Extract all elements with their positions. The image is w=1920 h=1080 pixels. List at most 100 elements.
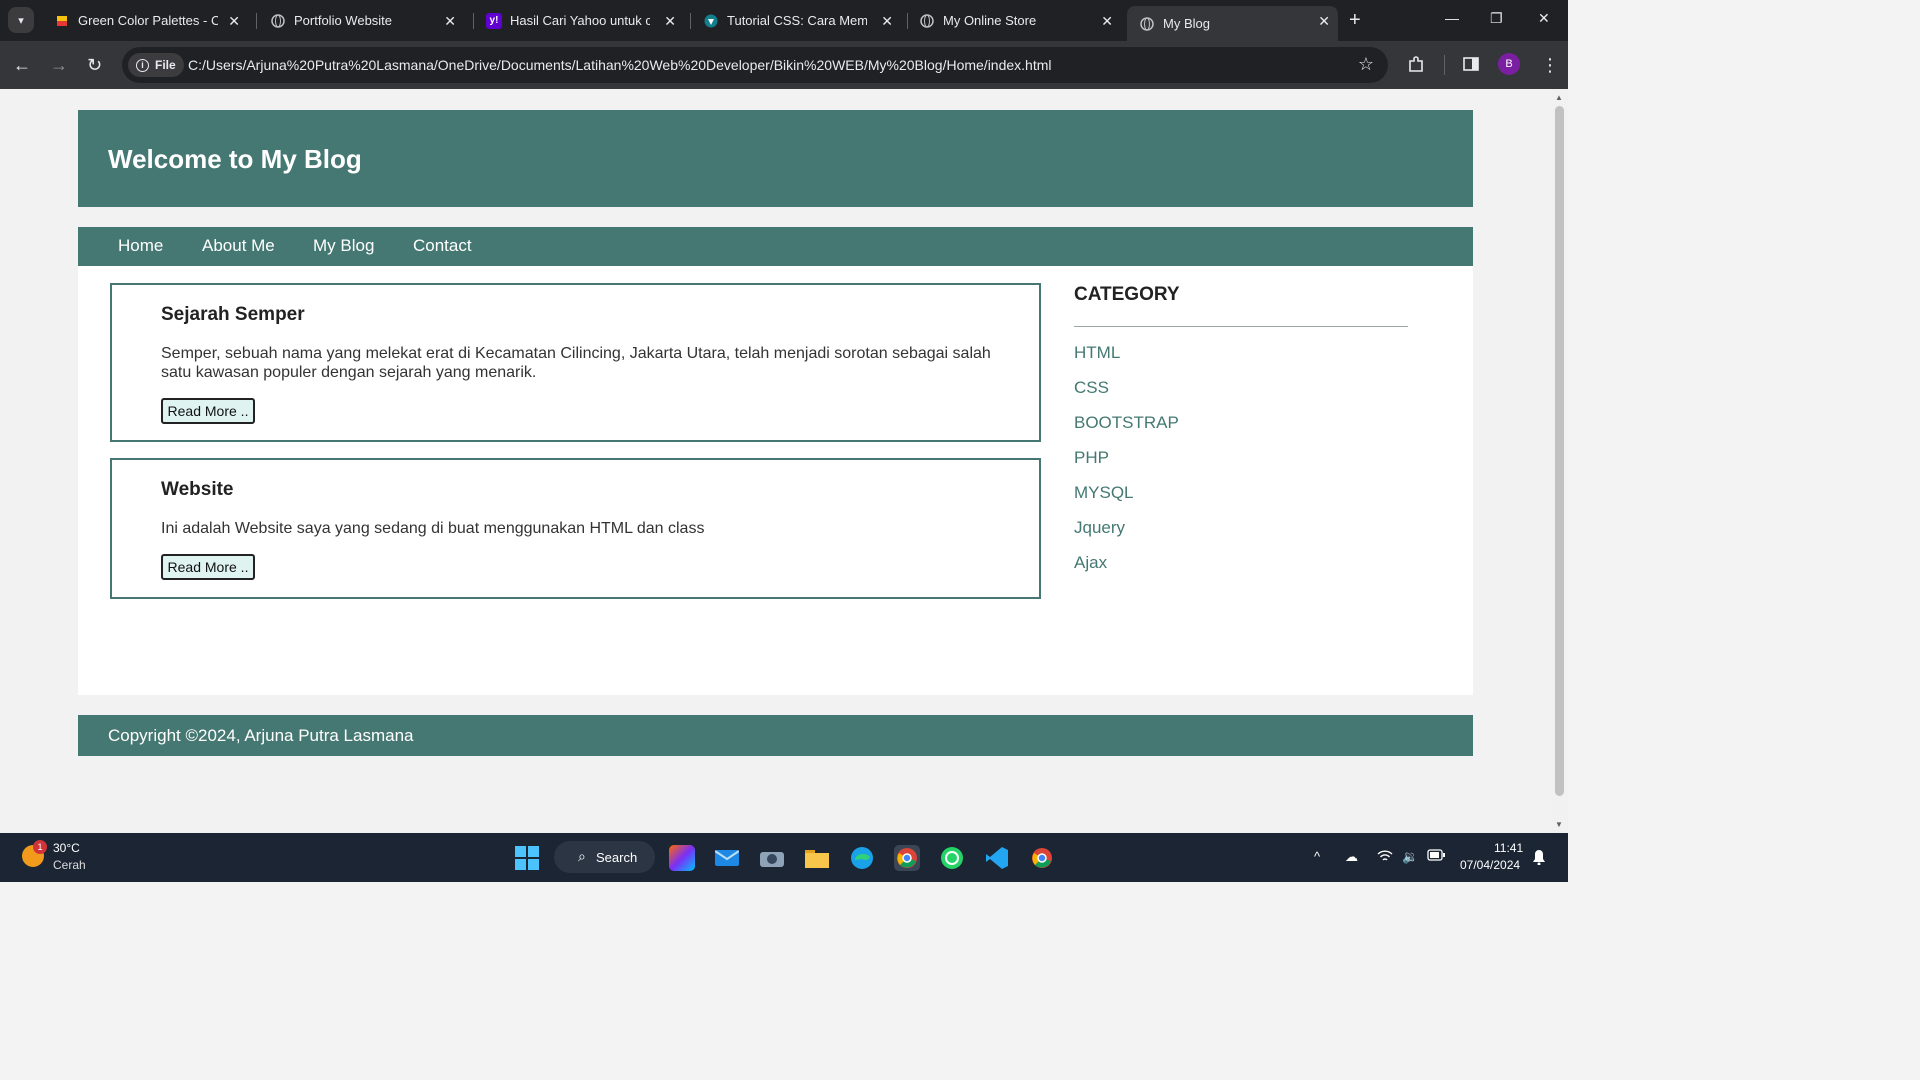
yahoo-icon: y!	[486, 12, 502, 29]
tab-yahoo-search[interactable]: y! Hasil Cari Yahoo untuk cara ✕	[474, 6, 684, 35]
chrome-profile-icon[interactable]	[894, 845, 920, 871]
windows-start-icon[interactable]	[514, 845, 540, 871]
copilot-icon[interactable]	[669, 845, 695, 871]
read-more-button[interactable]: Read More ..	[161, 398, 255, 424]
close-window-icon[interactable]: ✕	[1538, 10, 1550, 27]
nav-contact[interactable]: Contact	[413, 236, 472, 256]
tab-title: My Blog	[1163, 16, 1210, 31]
new-tab-icon[interactable]: +	[1349, 9, 1361, 32]
weather-temperature[interactable]: 30°C	[53, 841, 80, 855]
extensions-icon[interactable]	[1407, 55, 1425, 78]
post-title: Website	[161, 479, 234, 500]
weather-description[interactable]: Cerah	[53, 858, 86, 872]
profile-avatar[interactable]: B	[1498, 53, 1520, 75]
close-icon[interactable]: ✕	[444, 13, 456, 30]
close-icon[interactable]: ✕	[1318, 13, 1330, 30]
weather-badge: 1	[33, 840, 47, 854]
restore-icon[interactable]: ❐	[1490, 10, 1503, 27]
post-title: Sejarah Semper	[161, 304, 305, 325]
tab-tutorial-css[interactable]: Tutorial CSS: Cara Membua ✕	[691, 6, 901, 35]
onedrive-cloud-icon[interactable]: ☁	[1345, 849, 1358, 865]
tab-my-online-store[interactable]: My Online Store ✕	[907, 6, 1121, 35]
globe-icon	[1139, 16, 1155, 32]
clock-date[interactable]: 07/04/2024	[1460, 858, 1520, 872]
page-viewport: Welcome to My Blog Home About Me My Blog…	[0, 89, 1551, 833]
clock-time[interactable]: 11:41	[1494, 841, 1523, 855]
close-icon[interactable]: ✕	[881, 13, 893, 30]
menu-kebab-icon[interactable]: ⋮	[1541, 55, 1559, 76]
category-link-jquery[interactable]: Jquery	[1074, 518, 1125, 538]
tutorial-icon	[703, 13, 719, 29]
category-link-bootstrap[interactable]: BOOTSTRAP	[1074, 413, 1179, 433]
post-body: Ini adalah Website saya yang sedang di b…	[161, 520, 705, 537]
minimize-icon[interactable]: —	[1445, 10, 1459, 26]
page-title: Welcome to My Blog	[108, 144, 362, 174]
edge-browser-icon[interactable]	[849, 845, 875, 871]
site-chip-label: File	[155, 58, 176, 72]
tab-title: Portfolio Website	[294, 13, 393, 28]
category-link-css[interactable]: CSS	[1074, 378, 1109, 398]
notification-bell-icon[interactable]	[1532, 849, 1546, 868]
main-nav: Home About Me My Blog Contact	[78, 227, 1473, 266]
volume-icon[interactable]: 🔉	[1402, 849, 1418, 865]
wifi-icon[interactable]	[1377, 849, 1393, 866]
content-area: Sejarah Semper Semper, sebuah nama yang …	[78, 266, 1473, 695]
chevron-down-icon: ▾	[18, 14, 24, 27]
browser-toolbar: ← → ↻ i File C:/Users/Arjuna%20Putra%20L…	[0, 41, 1568, 89]
back-arrow-icon[interactable]: ←	[13, 55, 31, 76]
chevron-up-icon[interactable]: ^	[1314, 849, 1320, 864]
tab-portfolio-website[interactable]: Portfolio Website ✕	[258, 6, 464, 35]
page-scrollbar[interactable]: ▲ ▼	[1551, 89, 1568, 833]
close-icon[interactable]: ✕	[228, 13, 240, 30]
copyright-text: Copyright ©2024, Arjuna Putra Lasmana	[108, 726, 414, 745]
post-card: Sejarah Semper Semper, sebuah nama yang …	[110, 283, 1041, 442]
tab-divider	[256, 13, 257, 29]
category-heading: CATEGORY	[1074, 284, 1180, 305]
category-link-php[interactable]: PHP	[1074, 448, 1109, 468]
search-label: Search	[596, 849, 638, 865]
file-explorer-icon[interactable]	[804, 845, 830, 871]
tab-title: Green Color Palettes - Colo	[78, 13, 218, 28]
battery-icon[interactable]	[1427, 849, 1445, 864]
mail-icon[interactable]	[714, 845, 740, 871]
windows-taskbar: 1 30°C Cerah ⌕ Search ^ ☁ 🔉 11:41 07/04/…	[0, 833, 1568, 882]
category-link-ajax[interactable]: Ajax	[1074, 553, 1107, 573]
scroll-up-icon[interactable]: ▲	[1555, 93, 1563, 102]
read-more-button[interactable]: Read More ..	[161, 554, 255, 580]
whatsapp-icon[interactable]	[939, 845, 965, 871]
url-text[interactable]: C:/Users/Arjuna%20Putra%20Lasmana/OneDri…	[188, 57, 1052, 73]
address-bar[interactable]: i File C:/Users/Arjuna%20Putra%20Lasmana…	[122, 47, 1388, 83]
toolbar-divider	[1444, 55, 1445, 75]
site-info-chip[interactable]: i File	[128, 53, 184, 77]
close-icon[interactable]: ✕	[664, 13, 676, 30]
blog-header: Welcome to My Blog	[78, 110, 1473, 207]
category-link-html[interactable]: HTML	[1074, 343, 1120, 363]
category-divider	[1074, 326, 1408, 327]
scroll-down-icon[interactable]: ▼	[1555, 820, 1563, 829]
vscode-icon[interactable]	[984, 845, 1010, 871]
scrollbar-thumb[interactable]	[1555, 106, 1564, 796]
reload-icon[interactable]: ↻	[87, 55, 102, 76]
browser-tab-bar: ▾ Green Color Palettes - Colo ✕ Portfoli…	[0, 0, 1568, 41]
side-panel-icon[interactable]	[1462, 55, 1480, 78]
bookmark-star-icon[interactable]: ☆	[1358, 54, 1374, 75]
search-icon: ⌕	[578, 848, 586, 864]
forward-arrow-icon[interactable]: →	[50, 55, 68, 76]
post-card: Website Ini adalah Website saya yang sed…	[110, 458, 1041, 599]
tab-title: Hasil Cari Yahoo untuk cara	[510, 13, 650, 28]
info-icon: i	[136, 58, 149, 72]
camera-icon[interactable]	[759, 845, 785, 871]
tab-my-blog[interactable]: My Blog ✕	[1127, 6, 1338, 41]
category-link-mysql[interactable]: MYSQL	[1074, 483, 1134, 503]
nav-my-blog[interactable]: My Blog	[313, 236, 374, 256]
nav-home[interactable]: Home	[118, 236, 163, 256]
chrome-icon[interactable]	[1029, 845, 1055, 871]
palette-icon	[54, 13, 70, 29]
blog-footer: Copyright ©2024, Arjuna Putra Lasmana	[78, 715, 1473, 756]
tab-green-color-palettes[interactable]: Green Color Palettes - Colo ✕	[42, 6, 248, 35]
tab-search-button[interactable]: ▾	[8, 7, 34, 33]
taskbar-search[interactable]: ⌕ Search	[554, 841, 655, 873]
tab-title: My Online Store	[943, 13, 1037, 28]
close-icon[interactable]: ✕	[1101, 13, 1113, 30]
nav-about-me[interactable]: About Me	[202, 236, 275, 256]
